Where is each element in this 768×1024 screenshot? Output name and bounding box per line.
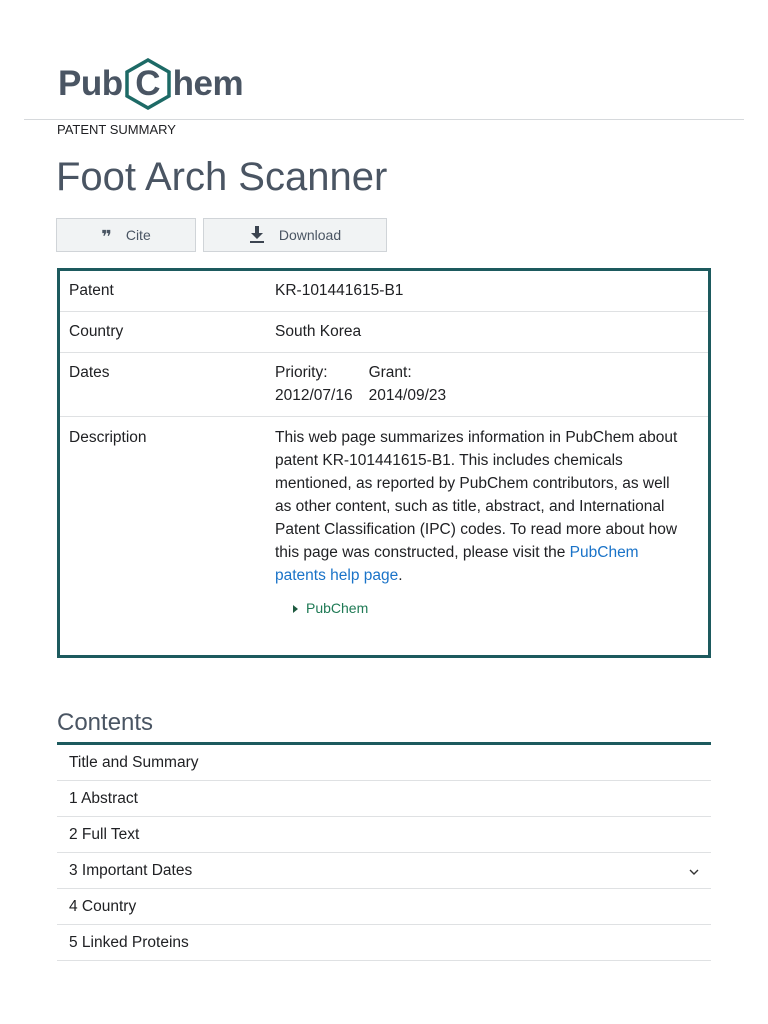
grant-label: Grant: [368,364,412,381]
quote-icon: ❞ [101,226,112,248]
contents-item-label: 5 Linked Proteins [69,933,189,951]
description-text: This web page summarizes information in … [275,429,678,561]
contents-item[interactable]: 4 Country [57,889,711,925]
table-row-country: Country South Korea [60,312,708,353]
patent-id: KR-101441615-B1 [275,282,404,299]
contents-item[interactable]: 5 Linked Proteins [57,925,711,961]
download-button[interactable]: Download [203,218,387,252]
contents-item-label: 4 Country [69,897,137,915]
logo-text: C [135,64,160,103]
grant-date: 2014/09/23 [368,387,447,404]
row-label: Description [69,429,147,446]
row-label: Dates [69,364,110,381]
logo-text: Pub [58,64,123,103]
contents-list: Title and Summary 1 Abstract 2 Full Text… [57,742,711,961]
row-label: Patent [69,282,114,299]
table-row-description: Description This web page summarizes inf… [60,417,708,629]
source-toggle[interactable]: PubChem [275,597,680,620]
contents-item-label: 2 Full Text [69,825,140,843]
page-title: Foot Arch Scanner [56,155,388,199]
header-divider [24,119,744,120]
table-row-dates: Dates Priority: 2012/07/16 Grant: 2014/09/… [60,353,708,417]
logo-text: hem [172,64,244,103]
source-label: PubChem [306,600,369,616]
country-value: South Korea [275,323,362,340]
chevron-down-icon[interactable] [689,862,699,880]
cite-button[interactable]: ❞ Cite [56,218,196,252]
patent-summary-table: Patent KR-101441615-B1 Country South Kor… [57,268,711,658]
download-label: Download [278,227,342,243]
priority-date: 2012/07/16 [275,387,353,404]
description-end: . [398,567,403,584]
download-icon [249,225,265,246]
table-row-patent: Patent KR-101441615-B1 [60,271,708,312]
contents-item-label: Title and Summary [69,753,199,771]
contents-item[interactable]: 3 Important Dates [57,853,711,889]
hexagon-icon: C [124,58,172,110]
contents-item[interactable]: 1 Abstract [57,781,711,817]
contents-item-label: 1 Abstract [69,789,138,807]
page-kicker: PATENT SUMMARY [57,122,176,137]
contents-item-label: 3 Important Dates [69,861,193,879]
caret-right-icon [293,604,298,613]
contents-item[interactable]: Title and Summary [57,745,711,781]
priority-label: Priority: [275,364,328,381]
cite-label: Cite [125,227,151,243]
pubchem-logo[interactable]: Pub C hem [58,58,244,110]
row-label: Country [69,323,124,340]
contents-item[interactable]: 2 Full Text [57,817,711,853]
contents-heading: Contents [57,709,154,736]
